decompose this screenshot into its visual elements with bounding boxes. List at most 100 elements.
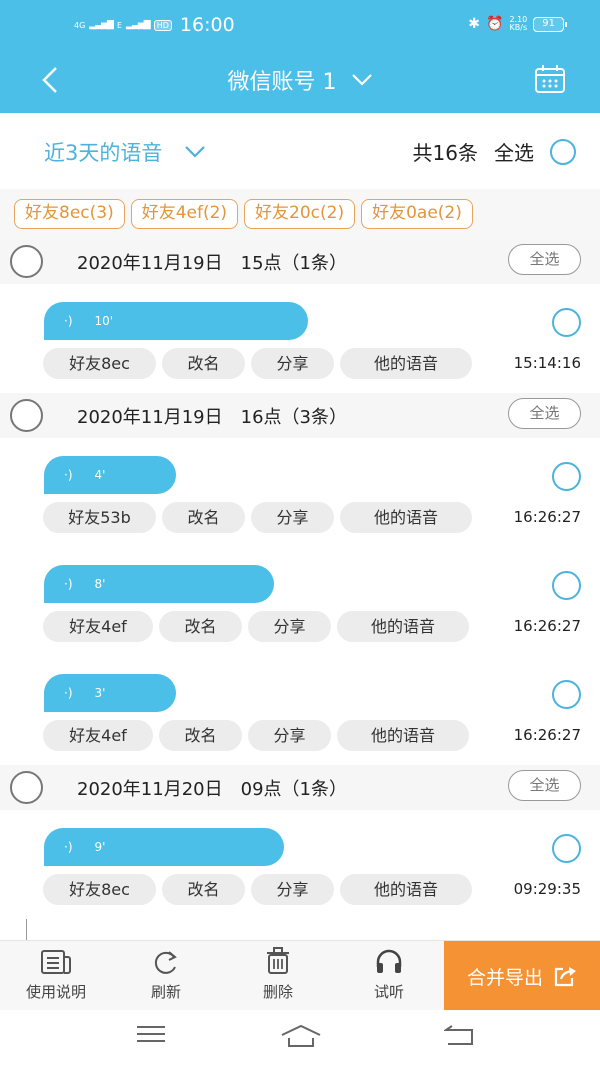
signal-icon: ▂▃▅▇ <box>89 20 114 30</box>
voice-list[interactable]: 2020年11月19日 15点（1条） 全选 ·) 10' 好友8ec 改名 分… <box>0 239 600 940</box>
network-speed: 2.10 KB/s <box>509 16 527 32</box>
item-select-radio[interactable] <box>552 308 581 337</box>
voice-timestamp: 09:29:35 <box>513 880 581 898</box>
voice-item: ·) 4' 好友53b 改名 分享 他的语音 16:26:27 <box>0 438 600 547</box>
share-button[interactable]: 分享 <box>251 348 334 379</box>
voice-item: ·) 3' 好友4ef 改名 分享 他的语音 16:26:27 <box>0 656 600 765</box>
delete-label: 删除 <box>262 983 293 1001</box>
group-select-all-button[interactable]: 全选 <box>508 770 581 801</box>
total-count: 共16条 <box>412 141 478 165</box>
menu-nav-button[interactable] <box>136 1024 166 1048</box>
home-icon <box>281 1024 321 1047</box>
alarm-icon: ⏰ <box>486 16 504 32</box>
rename-button[interactable]: 改名 <box>159 611 242 642</box>
battery-indicator: 91 <box>533 16 567 32</box>
filter-bar: 近3天的语音 共16条 全选 <box>0 113 600 189</box>
hd-badge: HD <box>153 19 172 31</box>
item-select-radio[interactable] <box>552 571 581 600</box>
refresh-icon <box>154 951 177 974</box>
group-select-all-button[interactable]: 全选 <box>508 244 581 275</box>
friend-chip[interactable]: 好友0ae(2) <box>361 199 473 229</box>
voice-bubble[interactable]: ·) 10' <box>44 302 308 340</box>
nav-bar: 微信账号 1 <box>0 56 600 106</box>
friend-chip[interactable]: 好友20c(2) <box>244 199 356 229</box>
voice-duration: 10' <box>94 314 114 328</box>
item-select-radio[interactable] <box>552 834 581 863</box>
group-title: 2020年11月19日 15点（1条） <box>77 252 347 274</box>
headphones-icon <box>376 949 402 973</box>
refresh-button[interactable]: 刷新 <box>116 941 216 1011</box>
voice-item: ·) 10' 好友8ec 改名 分享 他的语音 15:14:16 <box>0 284 600 393</box>
voice-item: ·) 9' 好友8ec 改名 分享 他的语音 09:29:35 <box>0 810 600 919</box>
their-voices-button[interactable]: 他的语音 <box>337 611 469 642</box>
group-header: 2020年11月19日 16点（3条） 全选 <box>0 393 600 438</box>
their-voices-button[interactable]: 他的语音 <box>340 874 472 905</box>
voice-wave-icon: ·) <box>64 686 73 700</box>
time-range-dropdown[interactable]: 近3天的语音 <box>44 137 206 167</box>
friend-chip[interactable]: 好友8ec(3) <box>14 199 125 229</box>
export-share-icon <box>554 967 576 987</box>
their-voices-button[interactable]: 他的语音 <box>340 348 472 379</box>
trash-icon <box>267 947 289 974</box>
voice-wave-icon: ·) <box>64 314 73 328</box>
group-header: 2020年11月20日 09点（1条） 全选 <box>0 765 600 810</box>
help-button[interactable]: 使用说明 <box>6 941 106 1011</box>
time-range-label: 近3天的语音 <box>44 141 163 165</box>
listen-button[interactable]: 试听 <box>339 941 439 1011</box>
export-label: 合并导出 <box>466 966 543 989</box>
share-button[interactable]: 分享 <box>251 874 334 905</box>
voice-timestamp: 16:26:27 <box>513 617 581 635</box>
voice-bubble[interactable]: ·) 4' <box>44 456 176 494</box>
status-time: 16:00 <box>179 14 235 36</box>
voice-timestamp: 16:26:27 <box>513 726 581 744</box>
friend-name-button[interactable]: 好友8ec <box>43 348 156 379</box>
share-button[interactable]: 分享 <box>251 502 334 533</box>
rename-button[interactable]: 改名 <box>162 502 245 533</box>
home-nav-button[interactable] <box>280 1024 322 1052</box>
item-select-radio[interactable] <box>552 462 581 491</box>
voice-timestamp: 16:26:27 <box>513 508 581 526</box>
friend-chip[interactable]: 好友4ef(2) <box>130 199 239 229</box>
voice-bubble[interactable]: ·) 3' <box>44 674 176 712</box>
system-nav-bar <box>0 1010 600 1067</box>
friend-name-button[interactable]: 好友8ec <box>43 874 156 905</box>
rename-button[interactable]: 改名 <box>162 874 245 905</box>
their-voices-button[interactable]: 他的语音 <box>337 720 469 751</box>
chevron-down-icon <box>351 74 372 86</box>
group-title: 2020年11月20日 09点（1条） <box>77 778 347 800</box>
refresh-label: 刷新 <box>150 983 181 1001</box>
friend-name-button[interactable]: 好友4ef <box>43 720 153 751</box>
back-icon <box>442 1025 473 1045</box>
friend-name-button[interactable]: 好友4ef <box>43 611 153 642</box>
delete-button[interactable]: 删除 <box>228 941 328 1011</box>
group-select-all-button[interactable]: 全选 <box>508 398 581 429</box>
voice-wave-icon: ·) <box>64 577 73 591</box>
merge-export-button[interactable]: 合并导出 <box>444 941 600 1011</box>
share-button[interactable]: 分享 <box>248 720 331 751</box>
menu-icon <box>137 1026 165 1042</box>
friend-name-button[interactable]: 好友53b <box>43 502 156 533</box>
share-button[interactable]: 分享 <box>248 611 331 642</box>
item-select-radio[interactable] <box>552 680 581 709</box>
rename-button[interactable]: 改名 <box>162 348 245 379</box>
account-switcher[interactable]: 微信账号 1 <box>0 64 600 96</box>
voice-duration: 8' <box>94 577 106 591</box>
rename-button[interactable]: 改名 <box>159 720 242 751</box>
voice-wave-icon: ·) <box>64 468 73 482</box>
voice-bubble[interactable]: ·) 9' <box>44 828 284 866</box>
group-select-radio[interactable] <box>10 771 43 804</box>
chevron-down-icon <box>185 146 206 158</box>
voice-wave-icon: ·) <box>64 840 73 854</box>
group-select-radio[interactable] <box>10 399 43 432</box>
their-voices-button[interactable]: 他的语音 <box>340 502 472 533</box>
voice-bubble[interactable]: ·) 8' <box>44 565 274 603</box>
back-nav-button[interactable] <box>442 1024 474 1050</box>
group-select-radio[interactable] <box>10 245 43 278</box>
calendar-button[interactable] <box>534 64 566 94</box>
select-all-radio[interactable] <box>550 138 576 165</box>
voice-duration: 3' <box>94 686 106 700</box>
calendar-icon <box>535 65 565 93</box>
bluetooth-icon: ✱ <box>468 16 481 32</box>
network-e-indicator: E <box>116 20 123 30</box>
network-4g-indicator: 4G <box>74 20 86 30</box>
